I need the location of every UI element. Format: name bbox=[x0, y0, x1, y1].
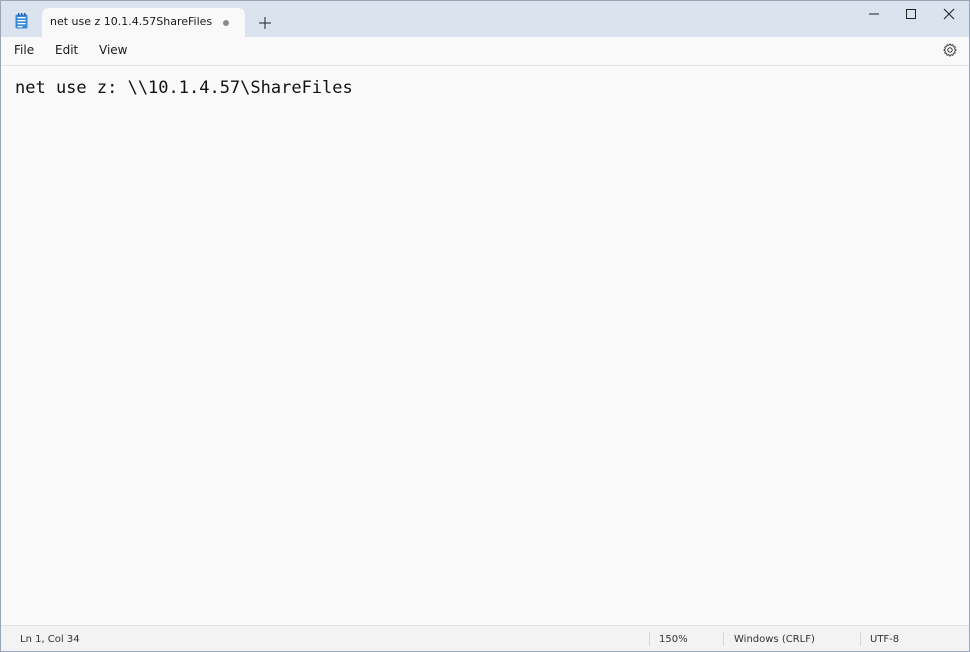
unsaved-dot-icon[interactable] bbox=[223, 20, 229, 26]
notepad-window: net use z 10.1.4.57ShareFiles File Edit bbox=[0, 0, 970, 652]
close-icon bbox=[943, 8, 955, 20]
tab-title: net use z 10.1.4.57ShareFiles bbox=[50, 15, 213, 28]
status-bar: Ln 1, Col 34 150% Windows (CRLF) UTF-8 bbox=[1, 625, 969, 651]
minimize-icon bbox=[869, 13, 879, 15]
close-button[interactable] bbox=[929, 1, 969, 29]
maximize-icon bbox=[906, 9, 916, 19]
menu-view[interactable]: View bbox=[99, 43, 127, 57]
cursor-position: Ln 1, Col 34 bbox=[20, 634, 80, 645]
text-editor-area[interactable]: net use z: \\10.1.4.57\ShareFiles bbox=[1, 66, 969, 624]
status-divider bbox=[723, 632, 724, 646]
notepad-app-icon bbox=[15, 13, 28, 29]
menu-file[interactable]: File bbox=[14, 43, 34, 57]
title-bar[interactable]: net use z 10.1.4.57ShareFiles bbox=[1, 1, 969, 37]
tab-document[interactable]: net use z 10.1.4.57ShareFiles bbox=[42, 8, 245, 37]
status-divider bbox=[860, 632, 861, 646]
minimize-button[interactable] bbox=[854, 1, 894, 29]
new-tab-plus-icon[interactable] bbox=[257, 15, 273, 31]
status-divider bbox=[649, 632, 650, 646]
line-ending[interactable]: Windows (CRLF) bbox=[734, 634, 815, 645]
menu-bar: File Edit View bbox=[1, 37, 969, 66]
encoding[interactable]: UTF-8 bbox=[870, 634, 899, 645]
settings-gear-icon[interactable] bbox=[943, 43, 957, 57]
maximize-button[interactable] bbox=[891, 1, 931, 29]
menu-edit[interactable]: Edit bbox=[55, 43, 78, 57]
editor-content[interactable]: net use z: \\10.1.4.57\ShareFiles bbox=[15, 78, 353, 98]
zoom-level[interactable]: 150% bbox=[659, 634, 688, 645]
